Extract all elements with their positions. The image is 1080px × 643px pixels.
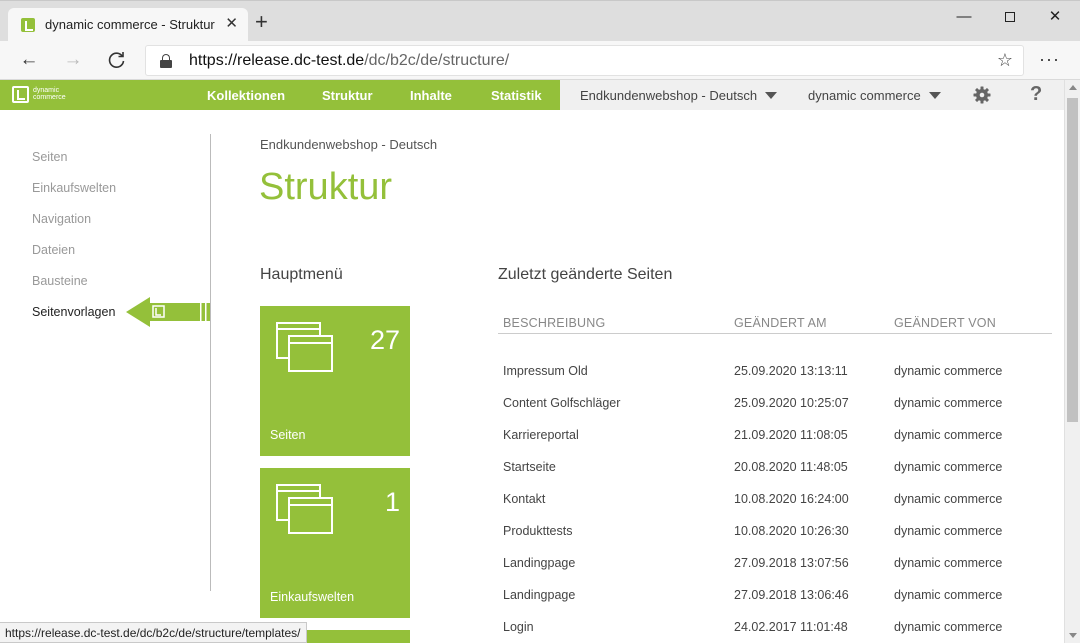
- tile-seiten[interactable]: 27 Seiten: [260, 306, 410, 456]
- cell-date: 10.08.2020 10:26:30: [734, 524, 849, 538]
- table-row[interactable]: Login 24.02.2017 11:01:48 dynamic commer…: [498, 620, 1052, 640]
- table-row[interactable]: Content Golfschläger 25.09.2020 10:25:07…: [498, 396, 1052, 416]
- caret-down-icon: [928, 92, 941, 99]
- tile-label: Seiten: [270, 428, 306, 442]
- sidebar-item-seitenvorlagen[interactable]: Seitenvorlagen: [32, 305, 115, 319]
- sidebar-item-einkaufswelten[interactable]: Einkaufswelten: [32, 181, 116, 195]
- cell-user: dynamic commerce: [894, 460, 1003, 474]
- page-title: Struktur: [259, 166, 393, 208]
- sidebar-item-dateien[interactable]: Dateien: [32, 243, 75, 257]
- nav-kollektionen[interactable]: Kollektionen: [207, 88, 285, 103]
- column-header-geaendert-am[interactable]: Geändert am: [734, 316, 827, 330]
- cell-description[interactable]: Produkttests: [503, 524, 572, 538]
- column-header-beschreibung[interactable]: Beschreibung: [503, 316, 605, 330]
- nav-struktur[interactable]: Struktur: [322, 88, 373, 103]
- back-arrow-icon[interactable]: ←: [16, 48, 42, 72]
- caret-down-icon: [765, 92, 778, 99]
- browser-toolbar: ← → https://release.dc-test.de/dc/b2c/de…: [0, 41, 1080, 80]
- tile-einkaufswelten[interactable]: 1 Einkaufswelten: [260, 468, 410, 618]
- address-bar[interactable]: https://release.dc-test.de/dc/b2c/de/str…: [145, 45, 1024, 76]
- table-row[interactable]: Karriereportal 21.09.2020 11:08:05 dynam…: [498, 428, 1052, 448]
- table-row[interactable]: Landingpage 27.09.2018 13:07:56 dynamic …: [498, 556, 1052, 576]
- cell-user: dynamic commerce: [894, 492, 1003, 506]
- lock-icon[interactable]: [160, 54, 172, 68]
- nav-statistik[interactable]: Statistik: [491, 88, 542, 103]
- link-status-bar: https://release.dc-test.de/dc/b2c/de/str…: [0, 622, 308, 643]
- cell-date: 24.02.2017 11:01:48: [734, 620, 848, 634]
- cell-description[interactable]: Kontakt: [503, 492, 545, 506]
- sidebar-item-seiten[interactable]: Seiten: [32, 150, 67, 164]
- table-row[interactable]: Impressum Old 25.09.2020 13:13:11 dynami…: [498, 364, 1052, 384]
- column-header-geaendert-von[interactable]: Geändert von: [894, 316, 996, 330]
- forward-arrow-icon[interactable]: →: [60, 48, 86, 72]
- windows-icon: [276, 322, 334, 374]
- browser-tab[interactable]: dynamic commerce - Struktur ✕: [8, 8, 248, 42]
- more-menu-icon[interactable]: ···: [1039, 49, 1060, 70]
- cell-user: dynamic commerce: [894, 428, 1003, 442]
- main-nav: dynamic commerce Kollektionen Struktur In…: [0, 80, 560, 110]
- tab-title: dynamic commerce - Struktur: [45, 17, 215, 32]
- user-select[interactable]: dynamic commerce: [808, 88, 941, 103]
- breadcrumb: Endkundenwebshop - Deutsch: [260, 137, 438, 152]
- cell-user: dynamic commerce: [894, 524, 1003, 538]
- dc-logo-icon: [12, 86, 29, 103]
- tile-count: 1: [384, 487, 400, 517]
- sidebar-item-bausteine[interactable]: Bausteine: [32, 274, 88, 288]
- url-text: https://release.dc-test.de/dc/b2c/de/str…: [189, 52, 510, 69]
- cell-user: dynamic commerce: [894, 364, 1003, 378]
- page-scrollbar[interactable]: [1064, 80, 1080, 643]
- maximize-icon[interactable]: [997, 7, 1023, 27]
- shop-select[interactable]: Endkundenwebshop - Deutsch: [580, 88, 778, 103]
- cell-description[interactable]: Impressum Old: [503, 364, 588, 378]
- cell-user: dynamic commerce: [894, 620, 1003, 634]
- cell-date: 25.09.2020 10:25:07: [734, 396, 849, 410]
- gear-icon[interactable]: [973, 86, 991, 104]
- cell-user: dynamic commerce: [894, 396, 1003, 410]
- minimize-icon[interactable]: —: [951, 7, 977, 27]
- cell-description[interactable]: Startseite: [503, 460, 556, 474]
- cell-description[interactable]: Karriereportal: [503, 428, 579, 442]
- dc-favicon-icon: [21, 18, 35, 32]
- cell-user: dynamic commerce: [894, 556, 1003, 570]
- nav-inhalte[interactable]: Inhalte: [410, 88, 452, 103]
- cell-description[interactable]: Landingpage: [503, 556, 575, 570]
- tile-label: Einkaufswelten: [270, 590, 355, 604]
- windows-icon: [276, 484, 334, 536]
- table-row[interactable]: Landingpage 27.09.2018 13:06:46 dynamic …: [498, 588, 1052, 608]
- scroll-thumb[interactable]: [1067, 98, 1078, 422]
- scroll-up-icon[interactable]: [1069, 85, 1077, 90]
- scroll-down-icon[interactable]: [1069, 633, 1077, 638]
- cell-user: dynamic commerce: [894, 588, 1003, 602]
- recent-table-header: Beschreibung Geändert am Geändert von: [498, 316, 1052, 334]
- cell-description[interactable]: Login: [503, 620, 534, 634]
- sidebar-divider: [210, 134, 211, 591]
- table-row[interactable]: Kontakt 10.08.2020 16:24:00 dynamic comm…: [498, 492, 1052, 512]
- table-row[interactable]: Startseite 20.08.2020 11:48:05 dynamic c…: [498, 460, 1052, 480]
- window-close-icon[interactable]: ✕: [1042, 7, 1068, 27]
- browser-titlebar: dynamic commerce - Struktur ✕ + — ✕: [0, 0, 1080, 42]
- new-tab-icon[interactable]: +: [255, 11, 268, 33]
- close-tab-icon[interactable]: ✕: [225, 16, 238, 32]
- cell-date: 20.08.2020 11:48:05: [734, 460, 848, 474]
- logo-text: dynamic commerce: [33, 87, 66, 101]
- recent-pages-title: Zuletzt geänderte Seiten: [498, 266, 673, 283]
- table-row[interactable]: Produkttests 10.08.2020 10:26:30 dynamic…: [498, 524, 1052, 544]
- cell-date: 21.09.2020 11:08:05: [734, 428, 848, 442]
- cell-date: 25.09.2020 13:13:11: [734, 364, 848, 378]
- reload-icon[interactable]: [104, 48, 130, 72]
- active-arrow-icon: [126, 297, 210, 327]
- hauptmenu-title: Hauptmenü: [260, 266, 343, 283]
- favorite-star-icon[interactable]: ☆: [997, 50, 1013, 71]
- cell-date: 10.08.2020 16:24:00: [734, 492, 849, 506]
- cell-description[interactable]: Landingpage: [503, 588, 575, 602]
- app-header: dynamic commerce Kollektionen Struktur In…: [0, 80, 1064, 110]
- tile-count: 27: [369, 325, 400, 355]
- sidebar-item-navigation[interactable]: Navigation: [32, 212, 91, 226]
- cell-date: 27.09.2018 13:07:56: [734, 556, 849, 570]
- help-icon[interactable]: ?: [1030, 83, 1042, 106]
- cell-date: 27.09.2018 13:06:46: [734, 588, 849, 602]
- cell-description[interactable]: Content Golfschläger: [503, 396, 620, 410]
